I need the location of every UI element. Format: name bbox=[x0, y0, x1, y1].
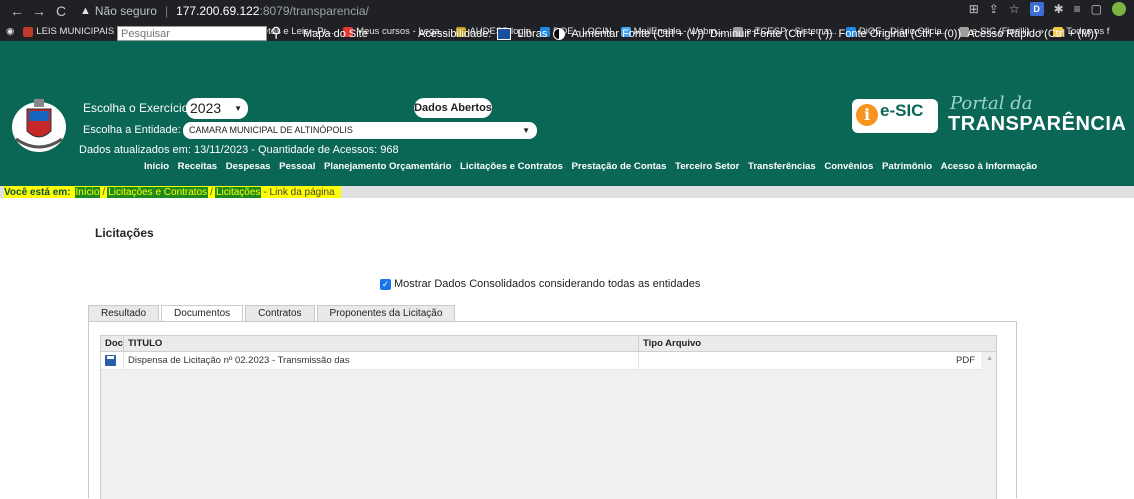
tab-item[interactable]: Documentos bbox=[161, 305, 244, 322]
esic-logo[interactable]: i e-SIC bbox=[852, 99, 938, 133]
breadcrumb-tail: - Link da página bbox=[263, 186, 335, 198]
mapa-do-site-link[interactable]: Mapa do Site bbox=[303, 28, 368, 40]
entidade-select[interactable]: CAMARA MUNICIPAL DE ALTINÓPOLIS ▼ bbox=[183, 122, 537, 139]
city-crest-logo bbox=[12, 99, 66, 152]
url-path: :8079/transparencia/ bbox=[259, 4, 369, 18]
accessibility-label: Acessibilidade: bbox=[418, 28, 492, 40]
menu-item[interactable]: Licitações e Contratos bbox=[460, 161, 563, 172]
header-tipo-arquivo[interactable]: Tipo Arquivo bbox=[639, 336, 996, 351]
tabs: Resultado Documentos Contratos Proponentes … bbox=[88, 305, 457, 322]
breadcrumb-inicio[interactable]: Início bbox=[74, 186, 101, 198]
site-header: Escolha o Exercício: 2023 ▼ Dados Abertos… bbox=[0, 91, 1134, 186]
menu-item[interactable]: Transferências bbox=[748, 161, 816, 172]
entidade-label: Escolha a Entidade: bbox=[83, 124, 181, 136]
accessibility-bar: Acessibilidade: Libras Aumentar Fonte (C… bbox=[418, 28, 1098, 40]
header-titulo[interactable]: TITULO bbox=[124, 336, 639, 351]
search-icon[interactable]: ⚲ bbox=[271, 24, 281, 41]
back-icon[interactable]: ← bbox=[6, 3, 28, 19]
warning-icon: ▲ bbox=[80, 5, 91, 17]
table-row[interactable]: Dispensa de Licitação nº 02.2023 - Trans… bbox=[101, 352, 981, 370]
menu-item[interactable]: Despesas bbox=[226, 161, 271, 172]
reading-list-icon[interactable]: ≡ bbox=[1074, 2, 1081, 16]
menu-item[interactable]: Convênios bbox=[824, 161, 873, 172]
tab-item[interactable]: Proponentes da Licitação bbox=[316, 305, 456, 321]
chevron-down-icon: ▼ bbox=[522, 126, 530, 135]
breadcrumb: Você está em: Início / Licitações e Cont… bbox=[4, 186, 341, 198]
info-icon: i bbox=[856, 104, 878, 126]
menu-item[interactable]: Prestação de Contas bbox=[572, 161, 667, 172]
profile-avatar[interactable] bbox=[1112, 2, 1126, 16]
breadcrumb-licitacoes[interactable]: Licitações bbox=[214, 186, 262, 198]
header-doc[interactable]: Doc bbox=[101, 336, 124, 351]
search-input[interactable] bbox=[117, 26, 267, 41]
window-icon[interactable]: ▢ bbox=[1091, 2, 1102, 16]
tab-item[interactable]: Contratos bbox=[245, 305, 315, 321]
menu-item[interactable]: Planejamento Orçamentário bbox=[324, 161, 451, 172]
row-tipo-arquivo: PDF bbox=[956, 355, 975, 366]
exercicio-select[interactable]: 2023 ▼ bbox=[186, 98, 248, 119]
menu-item[interactable]: Patrimônio bbox=[882, 161, 932, 172]
url-host: 177.200.69.122 bbox=[176, 4, 260, 18]
dados-abertos-button[interactable]: Dados Abertos bbox=[414, 98, 492, 118]
site-topbar bbox=[0, 41, 1134, 91]
url-warning: Não seguro bbox=[94, 4, 157, 18]
address-row: ← → C ▲ Não seguro | 177.200.69.122 :807… bbox=[0, 0, 1134, 22]
contrast-icon[interactable] bbox=[553, 28, 566, 40]
chrome-icon[interactable]: ◉ bbox=[6, 26, 14, 37]
exercicio-label: Escolha o Exercício: bbox=[83, 101, 192, 115]
toolbar-icons: ⊞ ⇪ ☆ D ✱ ≡ ▢ bbox=[969, 2, 1126, 16]
scroll-up-icon[interactable]: ▲ bbox=[986, 355, 993, 362]
reload-icon[interactable]: C bbox=[50, 3, 72, 19]
consolidated-label: Mostrar Dados Consolidados considerando … bbox=[394, 278, 701, 290]
breadcrumb-licitacoes-contratos[interactable]: Licitações e Contratos bbox=[107, 186, 209, 198]
save-document-icon[interactable] bbox=[105, 355, 116, 366]
aumentar-fonte-link[interactable]: Aumentar Fonte (Ctrl + (+)) bbox=[571, 28, 704, 40]
forward-icon[interactable]: → bbox=[28, 3, 50, 19]
breadcrumb-label: Você está em: bbox=[4, 186, 71, 198]
checkbox-checked-icon[interactable]: ✓ bbox=[380, 278, 391, 290]
share-icon[interactable]: ⇪ bbox=[989, 2, 999, 16]
menu-item[interactable]: Início bbox=[144, 161, 169, 172]
portal-da-text: Portal da bbox=[950, 93, 1033, 114]
extension-d-icon[interactable]: D bbox=[1029, 2, 1044, 16]
chevron-down-icon: ▼ bbox=[234, 104, 242, 113]
translate-icon[interactable]: ⊞ bbox=[969, 2, 979, 16]
transparencia-title: TRANSPARÊNCIA bbox=[948, 113, 1127, 135]
bookmark-item[interactable]: LEIS MUNICIPAIS bbox=[23, 26, 114, 37]
star-icon[interactable]: ☆ bbox=[1009, 2, 1020, 16]
extensions-puzzle-icon[interactable]: ✱ bbox=[1054, 2, 1064, 16]
tab-item[interactable]: Resultado bbox=[88, 305, 160, 321]
consolidated-checkbox[interactable]: ✓ Mostrar Dados Consolidados considerand… bbox=[380, 278, 700, 290]
menu-item[interactable]: Pessoal bbox=[279, 161, 315, 172]
diminuir-fonte-link[interactable]: Diminuir Fonte (Ctrl + (-)) bbox=[710, 28, 833, 40]
menu-item[interactable]: Terceiro Setor bbox=[675, 161, 739, 172]
row-titulo[interactable]: Dispensa de Licitação nº 02.2023 - Trans… bbox=[124, 352, 639, 369]
acesso-rapido-link[interactable]: Acesso Rápido (Ctrl + (M)) bbox=[967, 28, 1098, 40]
address-bar[interactable]: ▲ Não seguro | 177.200.69.122 :8079/tran… bbox=[80, 2, 960, 20]
bookmark-favicon-icon bbox=[23, 26, 34, 37]
documents-grid: Doc TITULO Tipo Arquivo Dispensa de Lici… bbox=[100, 335, 997, 499]
menu-item[interactable]: Acesso à Informação bbox=[941, 161, 1038, 172]
updated-info: Dados atualizados em: 13/11/2023 - Quant… bbox=[79, 144, 399, 156]
grid-header: Doc TITULO Tipo Arquivo bbox=[101, 336, 996, 352]
page-title: Licitações bbox=[95, 226, 154, 240]
main-menu: Início Receitas Despesas Pessoal Planejament… bbox=[144, 161, 1046, 172]
documents-panel: Doc TITULO Tipo Arquivo Dispensa de Lici… bbox=[88, 321, 1017, 499]
libras-icon[interactable] bbox=[497, 28, 512, 40]
libras-link[interactable]: Libras bbox=[517, 28, 547, 40]
menu-item[interactable]: Receitas bbox=[178, 161, 217, 172]
fonte-original-link[interactable]: Fonte Original (Ctrl + (0)) bbox=[839, 28, 962, 40]
